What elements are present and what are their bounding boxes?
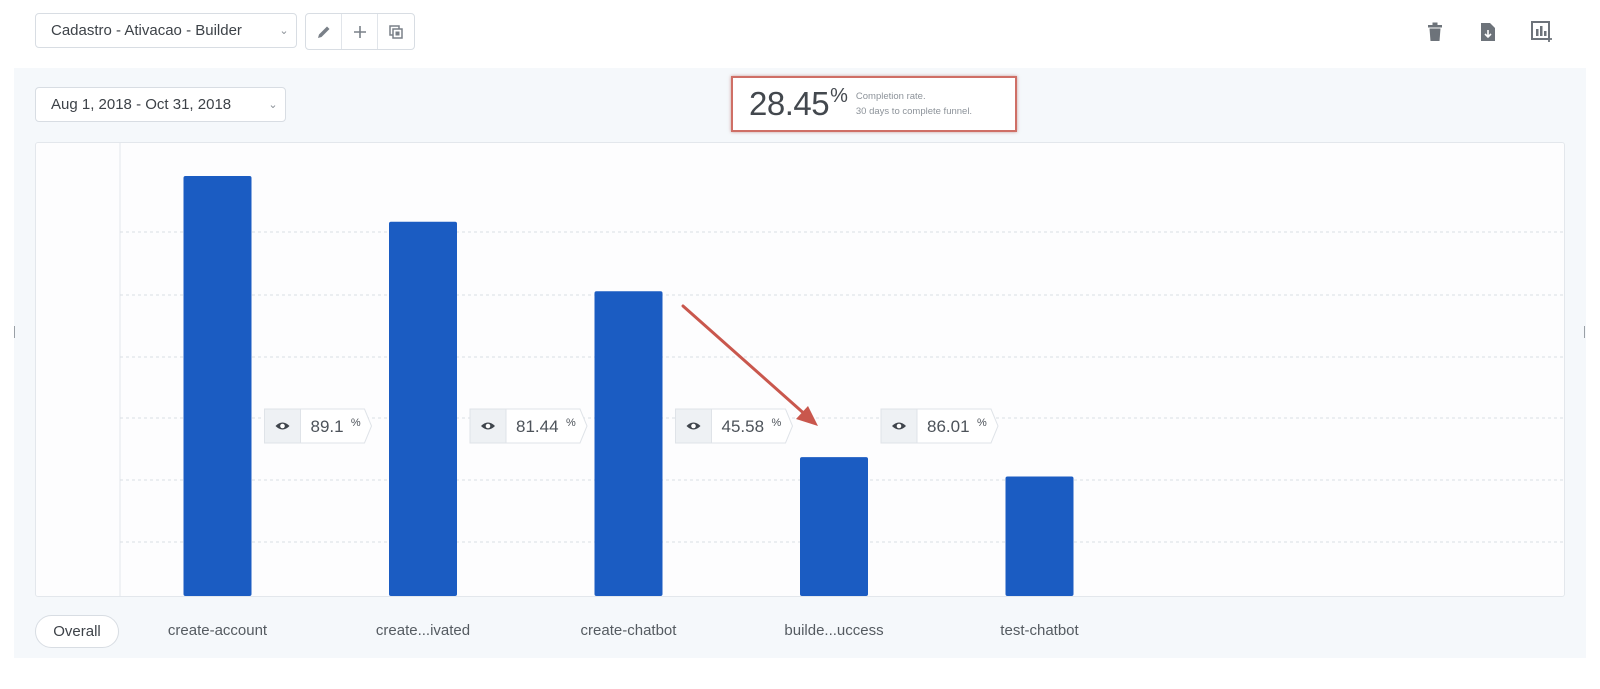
overall-button[interactable]: Overall	[35, 615, 119, 648]
conversion-rate-pill[interactable]: 81.44%	[469, 408, 588, 444]
eye-pupil	[280, 423, 285, 429]
eye-pupil	[896, 423, 902, 429]
funnel-step-label[interactable]: create-chatbot	[581, 622, 677, 639]
funnel-bar[interactable]	[800, 457, 868, 596]
eye-pupil	[485, 423, 491, 429]
funnel-bar[interactable]	[1005, 476, 1074, 596]
funnel-bar[interactable]	[183, 176, 252, 596]
annotation-arrow-shaft	[681, 304, 810, 419]
funnel-step-label[interactable]: create...ivated	[376, 622, 470, 639]
conversion-rate-unit: %	[977, 417, 987, 429]
conversion-rate-pill[interactable]: 86.01%	[880, 408, 999, 444]
funnel-step-label[interactable]: builde...uccess	[784, 622, 883, 639]
conversion-rate-unit: %	[772, 417, 782, 429]
funnel-step-label[interactable]: create-account	[168, 622, 267, 639]
conversion-rate-value: 89.1	[311, 417, 344, 436]
conversion-rate-pill[interactable]: 89.1%	[264, 408, 373, 444]
funnel-bar[interactable]	[389, 221, 457, 596]
conversion-rate-value: 45.58	[722, 417, 765, 436]
eye-pupil	[691, 423, 696, 429]
funnel-bar[interactable]	[594, 291, 663, 596]
funnel-chart: 89.1% 81.44% 45.58% 86.01%	[119, 143, 1563, 596]
conversion-rate-value: 86.01	[927, 417, 970, 436]
conversion-rate-value: 81.44	[516, 417, 559, 436]
conversion-rate-unit: %	[566, 417, 576, 429]
conversion-rate-pill[interactable]: 45.58%	[675, 408, 794, 444]
conversion-rate-unit: %	[351, 417, 361, 429]
funnel-step-label[interactable]: test-chatbot	[1000, 622, 1078, 639]
